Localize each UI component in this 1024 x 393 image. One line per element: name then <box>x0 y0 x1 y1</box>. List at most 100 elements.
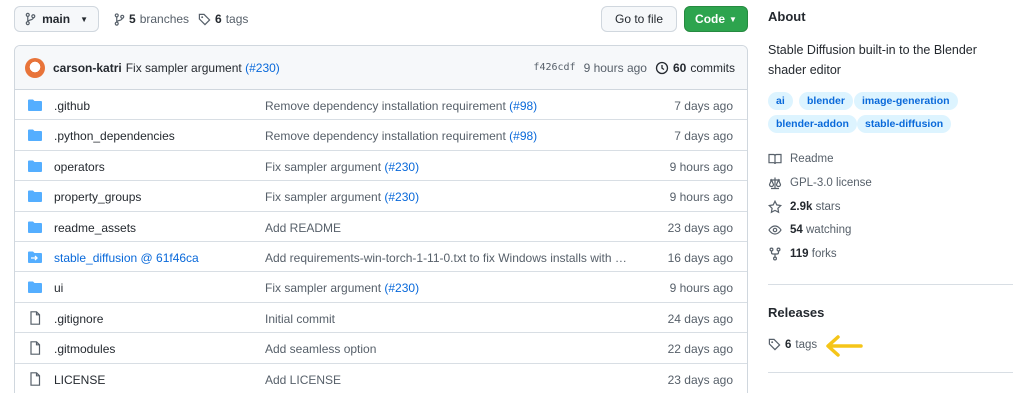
divider <box>768 284 1013 285</box>
commits-count: 60 <box>672 60 687 75</box>
code-label: Code <box>695 12 726 26</box>
commit-message-link[interactable]: Initial commit <box>265 312 335 326</box>
pr-link[interactable]: (#98) <box>509 99 537 113</box>
watching-link[interactable]: 54 watching <box>768 223 851 237</box>
commit-message-text: Add seamless option <box>265 342 377 357</box>
file-icon <box>27 371 43 386</box>
pr-link[interactable]: (#230) <box>384 281 419 295</box>
commit-message-text: Remove dependency installation requireme… <box>265 99 506 113</box>
commits-label: commits <box>690 60 735 75</box>
commit-message-link[interactable]: Fix sampler argument (#230) <box>265 160 419 174</box>
file-icon <box>27 341 43 355</box>
stars-count: 2.9k <box>790 201 813 213</box>
file-name-link[interactable]: property_groups <box>54 190 141 204</box>
forks-count: 119 <box>790 248 809 260</box>
star-icon <box>768 200 782 214</box>
table-row[interactable]: .github Remove dependency installation re… <box>15 90 747 121</box>
table-row[interactable]: .gitignore Initial commit 24 days ago <box>15 303 747 334</box>
topic-tag[interactable]: ai <box>768 92 793 110</box>
commits-history-link[interactable]: 60 commits <box>655 61 735 75</box>
file-name-link[interactable]: readme_assets <box>54 221 136 235</box>
book-icon <box>768 153 782 165</box>
commit-message-link[interactable]: Add LICENSE <box>265 373 341 387</box>
commit-message-link[interactable]: Add requirements-win-torch-1-11-0.txt to… <box>265 251 631 265</box>
topic-tag[interactable]: blender <box>799 92 853 110</box>
file-name-link[interactable]: .python_dependencies <box>54 129 175 143</box>
commit-pr-link[interactable]: (#230) <box>245 61 280 75</box>
file-name-link[interactable]: .github <box>54 99 90 113</box>
commit-age: 24 days ago <box>667 311 733 326</box>
latest-commit-bar: carson-katri Fix sampler argument (#230)… <box>15 46 747 90</box>
commit-message[interactable]: Fix sampler argument <box>126 61 242 75</box>
watching-label: watching <box>806 224 852 236</box>
commit-age: 9 hours ago <box>669 281 733 296</box>
table-row[interactable]: readme_assets Add README 23 days ago <box>15 212 747 242</box>
topic-tag[interactable]: blender-addon <box>768 115 857 133</box>
file-icon <box>27 310 43 325</box>
folder-icon <box>27 280 43 294</box>
tag-icon <box>768 338 781 351</box>
topic-tag[interactable]: stable-diffusion <box>857 115 952 133</box>
commit-message-text: Remove dependency installation requireme… <box>265 129 506 144</box>
file-name-link[interactable]: ui <box>54 281 63 295</box>
table-row[interactable]: LICENSE Add LICENSE 23 days ago <box>15 364 747 393</box>
table-row[interactable]: stable_diffusion @ 61f46ca Add requiremen… <box>15 242 747 273</box>
release-tags-link[interactable]: 6 tags <box>768 338 817 351</box>
readme-link[interactable]: Readme <box>768 152 833 166</box>
avatar[interactable] <box>25 57 45 78</box>
tag-icon <box>198 13 211 25</box>
commit-age: 23 days ago <box>667 220 733 235</box>
code-button[interactable]: Code ▼ <box>684 6 748 32</box>
commit-sha[interactable]: f426cdf <box>533 62 575 73</box>
branch-selector-button[interactable]: main ▼ <box>14 6 99 32</box>
forks-label: forks <box>811 248 837 260</box>
table-row[interactable]: operators Fix sampler argument (#230) 9 ho… <box>15 151 747 182</box>
go-to-file-button[interactable]: Go to file <box>601 6 677 32</box>
commit-age: 9 hours ago <box>669 190 733 205</box>
commit-message-link[interactable]: Remove dependency installation requireme… <box>265 129 537 143</box>
file-name-link[interactable]: .gitmodules <box>54 342 115 356</box>
chevron-down-icon: ▼ <box>80 14 88 24</box>
eye-icon <box>768 225 782 235</box>
divider <box>768 372 1013 373</box>
license-label: GPL-3.0 license <box>790 177 872 189</box>
commit-message-text: Fix sampler argument <box>265 281 382 296</box>
table-row[interactable]: .gitmodules Add seamless option 22 days ag… <box>15 333 747 364</box>
commit-message-text: Fix sampler argument <box>265 159 382 174</box>
folder-icon <box>27 98 43 112</box>
pr-link[interactable]: (#230) <box>384 190 419 204</box>
stars-link[interactable]: 2.9k stars <box>768 200 841 214</box>
commit-message-text: Fix sampler argument <box>265 190 382 205</box>
git-branch-icon <box>114 12 125 26</box>
releases-heading[interactable]: Releases <box>768 305 824 320</box>
file-name-link[interactable]: stable_diffusion @ 61f46ca <box>54 251 199 265</box>
commit-message-link[interactable]: Remove dependency installation requireme… <box>265 99 537 113</box>
branches-link[interactable]: 5 branches <box>114 12 189 26</box>
table-row[interactable]: ui Fix sampler argument (#230) 9 hours ago <box>15 272 747 303</box>
commit-author[interactable]: carson-katri <box>53 61 122 75</box>
watching-count: 54 <box>790 224 803 236</box>
table-row[interactable]: property_groups Fix sampler argument (#23… <box>15 181 747 212</box>
pr-link[interactable]: (#98) <box>509 129 537 143</box>
release-tags-label: tags <box>795 338 818 351</box>
table-row[interactable]: .python_dependencies Remove dependency in… <box>15 120 747 151</box>
branch-name: main <box>42 12 71 26</box>
folder-icon <box>27 128 43 142</box>
commit-message-text: Add README <box>265 220 342 235</box>
commit-message-text: Add requirements-win-torch-1-11-0.txt to… <box>265 250 631 265</box>
license-link[interactable]: GPL-3.0 license <box>768 176 872 190</box>
commit-age: 16 days ago <box>667 250 733 265</box>
commit-message-link[interactable]: Add seamless option <box>265 342 376 356</box>
file-name-link[interactable]: .gitignore <box>54 312 103 326</box>
commit-message-link[interactable]: Fix sampler argument (#230) <box>265 281 419 295</box>
commit-age: 7 days ago <box>674 99 733 113</box>
arrow-left-icon <box>826 335 863 357</box>
tags-link[interactable]: 6 tags <box>198 12 248 26</box>
commit-message-link[interactable]: Add README <box>265 221 341 235</box>
file-name-link[interactable]: operators <box>54 160 105 174</box>
pr-link[interactable]: (#230) <box>384 160 419 174</box>
commit-message-link[interactable]: Fix sampler argument (#230) <box>265 190 419 204</box>
file-name-link[interactable]: LICENSE <box>54 373 105 387</box>
forks-link[interactable]: 119 forks <box>768 247 837 261</box>
topic-tag[interactable]: image-generation <box>854 92 958 110</box>
